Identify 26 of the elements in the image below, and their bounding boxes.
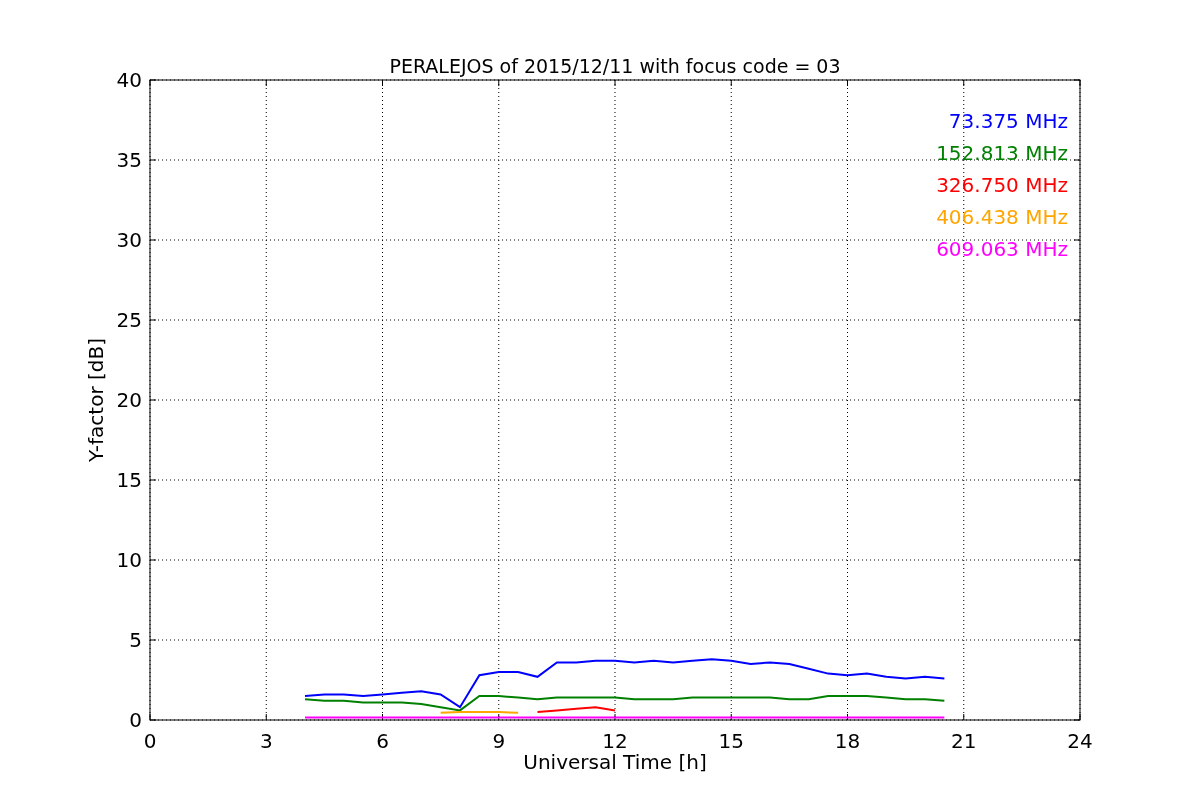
tick-label: 10 <box>116 548 142 572</box>
legend-label: 609.063 MHz <box>936 237 1068 261</box>
legend-label: 73.375 MHz <box>948 109 1068 133</box>
tick-label: 20 <box>116 388 142 412</box>
tick-label: 30 <box>116 228 142 252</box>
legend-label: 326.750 MHz <box>936 173 1068 197</box>
tick-label: 18 <box>834 729 861 753</box>
tick-label: 21 <box>951 729 977 753</box>
legend-label: 406.438 MHz <box>936 205 1068 229</box>
x-axis-label: Universal Time [h] <box>523 750 707 774</box>
tick-label: 15 <box>116 468 142 492</box>
tick-label: 40 <box>116 68 142 92</box>
tick-label: 25 <box>116 308 142 332</box>
tick-label: 35 <box>116 148 142 172</box>
legend-label: 152.813 MHz <box>936 141 1068 165</box>
tick-label: 3 <box>259 729 273 753</box>
tick-label: 12 <box>602 729 628 753</box>
tick-label: 0 <box>129 708 142 732</box>
tick-label: 5 <box>129 628 142 652</box>
tick-label: 6 <box>376 729 389 753</box>
chart-title: PERALEJOS of 2015/12/11 with focus code = 03 <box>389 55 841 77</box>
tick-label: 0 <box>143 729 157 753</box>
tick-label: 15 <box>718 729 744 753</box>
tick-label: 9 <box>492 729 506 753</box>
tick-label: 24 <box>1067 729 1093 753</box>
y-axis-label: Y-factor [dB] <box>84 338 108 462</box>
